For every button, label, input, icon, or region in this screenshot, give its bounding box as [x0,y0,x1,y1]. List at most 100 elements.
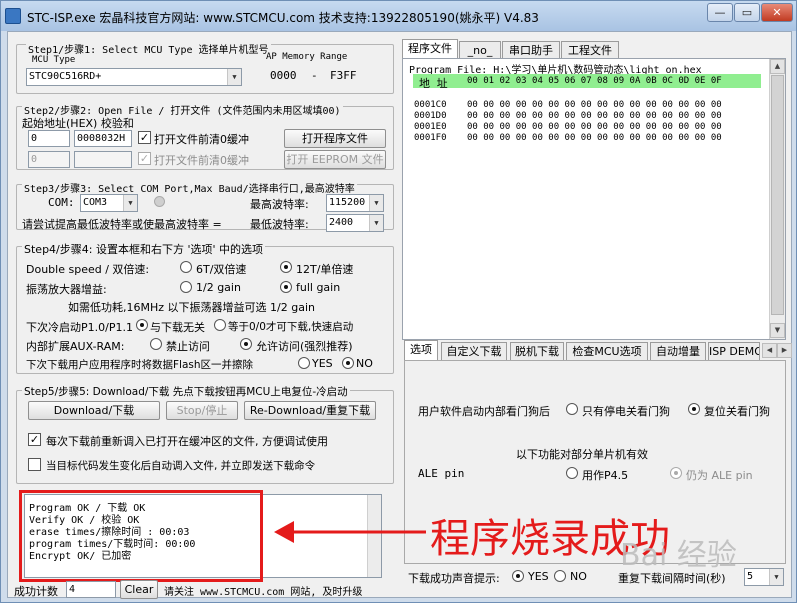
success-count-label: 成功计数 [14,585,58,598]
radio-allow[interactable] [240,338,252,350]
tab-custom-download[interactable]: 自定义下载 [441,342,507,360]
hex-scrollbar[interactable]: ▲ ▼ [769,59,785,339]
tab-no[interactable]: _no_ [459,41,501,59]
step5-title: Step5/步骤5: Download/下载 先点下载按钮再MCU上电复位-冷启… [22,384,350,399]
com-port-select[interactable]: COM3 ▼ [80,194,138,212]
sound-prompt-label: 下载成功声音提示: [408,572,500,585]
tab-scroll-right-icon[interactable]: ▶ [777,343,792,358]
clear-buffer-checkbox[interactable]: ✓ [138,131,151,144]
repeat-interval-value: 5 [747,571,754,582]
clear-button[interactable]: Clear [120,580,158,599]
auto-load-checkbox[interactable] [28,458,41,471]
hex-row-bytes: 00 00 00 00 00 00 00 00 00 00 00 00 00 0… [467,122,722,132]
maximize-button[interactable]: ▭ [734,3,760,22]
tab-check-mcu-options[interactable]: 检查MCU选项 [566,342,648,360]
radio-full-gain[interactable] [280,281,292,293]
tab-project-file[interactable]: 工程文件 [561,41,619,59]
radio-sound-no[interactable] [554,570,566,582]
tab-options[interactable]: 选项 [404,340,438,360]
app-window: STC-ISP.exe 宏晶科技官方网站: www.STCMCU.com 技术支… [0,0,797,603]
open-program-file-button[interactable]: 打开程序文件 [284,129,386,148]
radio-12t[interactable] [280,261,292,273]
radio-ale-p45[interactable] [566,467,578,479]
radio-watchdog-power-only[interactable] [566,403,578,415]
radio-flash-yes-label: YES [312,357,333,370]
ale-pin-label: ALE pin [418,467,465,480]
radio-ale-pin[interactable] [670,467,682,479]
radio-half-gain-label: 1/2 gain [196,281,241,294]
radio-sound-no-label: NO [570,570,587,583]
scroll-thumb[interactable] [771,75,784,315]
radio-forbid-label: 禁止访问 [166,340,210,353]
tab-program-file[interactable]: 程序文件 [402,39,458,59]
start-address-label: 起始地址(HEX) 校验和 [22,117,134,130]
baud-hint: 请尝试提高最低波特率或使最高波特率 = [22,218,222,231]
hex-row-bytes: 00 00 00 00 00 00 00 00 00 00 00 00 00 0… [467,133,722,143]
hex-row-address: 0001F0 [414,133,447,143]
eeprom-address-input[interactable]: 0 [28,151,70,168]
min-baud-label: 最低波特率: [250,218,309,231]
tab-isp-demo[interactable]: ISP DEMO [708,342,760,360]
title-bar[interactable]: STC-ISP.exe 宏晶科技官方网站: www.STCMCU.com 技术支… [1,1,796,31]
address-header: 地 址 [419,77,448,90]
radio-unrelated[interactable] [136,319,148,331]
tab-scroll-left-icon[interactable]: ◀ [762,343,777,358]
hex-viewer[interactable]: Program File: H:\学习\单片机\数码管动态\light_on.h… [402,58,786,340]
reload-before-download-checkbox[interactable]: ✓ [28,433,41,446]
scroll-down-icon[interactable]: ▼ [770,323,785,338]
hex-row-address: 0001E0 [414,122,447,132]
radio-forbid[interactable] [150,338,162,350]
success-count-field: 4 [66,581,116,598]
eeprom-checksum-field [74,151,132,168]
tab-serial-helper[interactable]: 串口助手 [502,41,560,59]
mcu-type-select[interactable]: STC90C516RD+ ▼ [26,68,242,86]
radio-flash-yes[interactable] [298,357,310,369]
clear-buffer-label: 打开文件前清0缓冲 [154,133,249,146]
radio-watchdog-reset[interactable] [688,403,700,415]
eeprom-clear-buffer-label: 打开文件前清0缓冲 [154,154,249,167]
hex-row-bytes: 00 00 00 00 00 00 00 00 00 00 00 00 00 0… [467,111,722,121]
tab-offline-download[interactable]: 脱机下载 [510,342,564,360]
open-eeprom-file-button[interactable]: 打开 EEPROM 文件 [284,150,386,169]
radio-ale-p45-label: 用作P4.5 [582,469,629,482]
radio-ale-pin-label: 仍为 ALE pin [686,469,753,482]
aux-ram-label: 内部扩展AUX-RAM: [26,340,125,353]
range-start: 0000 [270,69,297,82]
step3-title: Step3/步骤3: Select COM Port,Max Baud/选择串行… [22,180,357,195]
download-button[interactable]: Download/下载 [28,401,160,420]
double-speed-label: Double speed / 双倍速: [26,263,150,276]
close-button[interactable]: ✕ [761,3,793,22]
max-baud-select[interactable]: 115200 ▼ [326,194,384,212]
checksum-field: 0008032H [74,130,132,147]
max-baud-value: 115200 [329,197,366,208]
partial-mcu-note: 以下功能对部分单片机有效 [516,448,648,461]
chevron-down-icon: ▼ [123,195,137,211]
stop-button[interactable]: Stop/停止 [166,401,238,420]
cold-start-label: 下次冷启动P1.0/P1.1 [26,321,133,334]
redownload-button[interactable]: Re-Download/重复下载 [244,401,376,420]
com-port-value: COM3 [83,197,108,208]
watchdog-label: 用户软件启动内部看门狗后 [418,405,550,418]
eeprom-clear-buffer-checkbox[interactable]: ✓ [138,152,151,165]
scroll-up-icon[interactable]: ▲ [770,59,785,74]
com-label: COM: [48,196,75,209]
hex-row-bytes: 00 00 00 00 00 00 00 00 00 00 00 00 00 0… [467,100,722,110]
radio-sound-yes[interactable] [512,570,524,582]
window-title: STC-ISP.exe 宏晶科技官方网站: www.STCMCU.com 技术支… [27,11,539,25]
radio-6t[interactable] [180,261,192,273]
step1-title: Step1/步骤1: Select MCU Type 选择单片机型号 [26,41,271,56]
repeat-interval-select[interactable]: 5 ▼ [744,568,784,586]
radio-allow-label: 允许访问(强烈推荐) [256,340,353,353]
tab-auto-increment[interactable]: 自动增量 [650,342,706,360]
radio-flash-no[interactable] [342,357,354,369]
radio-half-gain[interactable] [180,281,192,293]
range-separator: - [311,69,318,82]
radio-equal0[interactable] [214,319,226,331]
minimize-button[interactable]: — [707,3,733,22]
start-address-input[interactable]: 0 [28,130,70,147]
chevron-down-icon: ▼ [769,569,783,585]
radio-full-gain-label: full gain [296,281,341,294]
min-baud-select[interactable]: 2400 ▼ [326,214,384,232]
radio-6t-label: 6T/双倍速 [196,263,247,276]
radio-sound-yes-label: YES [528,570,549,583]
